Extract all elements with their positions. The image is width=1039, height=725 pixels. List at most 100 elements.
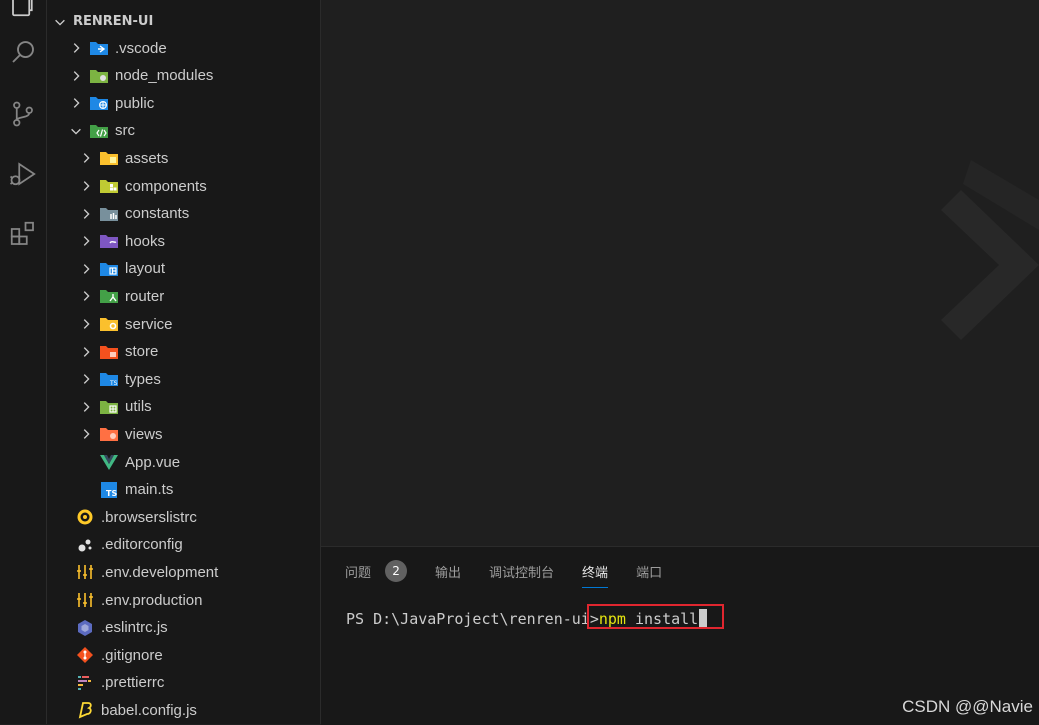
explorer-folder-row[interactable]: store: [47, 339, 320, 365]
explorer-item-label: .prettierrc: [101, 674, 165, 692]
problems-count-badge: 2: [385, 560, 408, 582]
explorer-item-label: .env.development: [101, 563, 219, 581]
explorer-item-label: utils: [125, 398, 152, 416]
chevron-right-icon: [83, 429, 90, 440]
explorer-item-label: .vscode: [115, 39, 167, 57]
chevron-right-icon: [83, 401, 90, 412]
chevron-right-icon: [83, 208, 90, 219]
explorer-item-label: .env.production: [101, 591, 203, 609]
explorer-folder-row[interactable]: node_modules: [47, 63, 320, 89]
explorer-sidebar: RENREN-UI .vscode node_modulespublic src as…: [47, 0, 321, 724]
explorer-item-label: router: [125, 287, 165, 305]
chevron-right-icon: [83, 263, 90, 274]
run-debug-icon[interactable]: [0, 154, 46, 194]
vue-file-icon: [99, 453, 119, 471]
explorer-item-label: App.vue: [125, 453, 181, 471]
layout-folder-icon: [99, 260, 119, 278]
chevron-spacer: [79, 455, 93, 469]
vscode-folder-icon: [89, 39, 109, 57]
source-control-icon[interactable]: [0, 94, 46, 134]
explorer-folder-row[interactable]: router: [47, 283, 320, 309]
explorer-file-row[interactable]: .eslintrc.js: [47, 615, 320, 641]
vscode-watermark-icon: [941, 160, 1039, 340]
explorer-item-label: constants: [125, 205, 190, 223]
explorer-folder-row[interactable]: layout: [47, 256, 320, 282]
explorer-folder-row[interactable]: utils: [47, 394, 320, 420]
chevron-down-icon: [71, 128, 81, 135]
explorer-file-row[interactable]: .prettierrc: [47, 670, 320, 696]
chevron-right-icon: [83, 374, 90, 385]
explorer-folder-row[interactable]: TS types: [47, 366, 320, 392]
explorer-file-row[interactable]: .env.production: [47, 587, 320, 613]
explorer-icon[interactable]: [0, 0, 46, 24]
tab-debug-console[interactable]: 调试控制台: [489, 558, 554, 584]
chevron-right-icon: [83, 181, 90, 191]
constants-folder-icon: [99, 205, 119, 223]
hooks-folder-icon: [99, 232, 119, 250]
explorer-folder-row[interactable]: src: [47, 118, 320, 144]
terminal-prompt: PS D:\JavaProject\renren-ui: [346, 610, 590, 628]
explorer-item-label: .editorconfig: [101, 536, 183, 554]
annotation-highlight-box: [587, 604, 724, 629]
chevron-right-icon: [83, 236, 90, 247]
env-file-icon: [75, 563, 95, 581]
chevron-right-icon: [73, 70, 80, 81]
panel-tabs: 问题 2 输出 调试控制台 终端 端口: [345, 558, 690, 588]
explorer-item-label: components: [125, 177, 207, 195]
search-icon[interactable]: [0, 32, 46, 72]
typescript-file-icon: TS: [99, 481, 119, 499]
explorer-item-label: assets: [125, 149, 169, 167]
src-folder-icon: [89, 122, 109, 140]
tab-output[interactable]: 输出: [435, 558, 461, 584]
explorer-file-row[interactable]: .browserslistrc: [47, 504, 320, 530]
explorer-folder-row[interactable]: constants: [47, 201, 320, 227]
explorer-folder-row[interactable]: hooks: [47, 228, 320, 254]
chevron-spacer: [79, 483, 93, 497]
chevron-right-icon: [73, 98, 80, 109]
types-folder-icon: TS: [99, 370, 119, 388]
explorer-folder-row[interactable]: .vscode: [47, 35, 320, 61]
store-folder-icon: [99, 343, 119, 361]
explorer-item-label: public: [115, 94, 155, 112]
explorer-item-label: babel.config.js: [101, 701, 197, 719]
chevron-right-icon: [83, 291, 90, 302]
explorer-folder-row[interactable]: public: [47, 90, 320, 116]
explorer-item-label: .gitignore: [101, 646, 163, 664]
explorer-item-label: hooks: [125, 232, 166, 250]
editor-area: [321, 0, 1039, 546]
explorer-file-row[interactable]: TS main.ts: [47, 477, 320, 503]
tab-problems[interactable]: 问题 2: [345, 558, 408, 584]
views-folder-icon: [99, 425, 119, 443]
explorer-root-label: RENREN-UI: [73, 14, 154, 29]
explorer-file-row[interactable]: babel.config.js: [47, 697, 320, 723]
explorer-folder-row[interactable]: views: [47, 421, 320, 447]
explorer-file-row[interactable]: App.vue: [47, 449, 320, 475]
explorer-item-label: main.ts: [125, 481, 174, 499]
explorer-item-label: node_modules: [115, 67, 214, 85]
explorer-file-row[interactable]: .editorconfig: [47, 532, 320, 558]
tab-ports[interactable]: 端口: [636, 558, 662, 584]
explorer-item-label: store: [125, 343, 159, 361]
chevron-right-icon: [83, 346, 90, 357]
public-folder-icon: [89, 94, 109, 112]
git-file-icon: [75, 646, 95, 664]
extensions-icon[interactable]: [0, 214, 46, 254]
explorer-file-row[interactable]: .gitignore: [47, 642, 320, 668]
svg-text:TS: TS: [109, 380, 118, 387]
explorer-item-label: .browserslistrc: [101, 508, 197, 526]
activity-bar: [0, 0, 47, 724]
service-folder-icon: [99, 315, 119, 333]
explorer-folder-row[interactable]: components: [47, 173, 320, 199]
explorer-item-label: .eslintrc.js: [101, 619, 168, 637]
explorer-item-label: service: [125, 315, 173, 333]
explorer-file-row[interactable]: .env.development: [47, 559, 320, 585]
explorer-folder-row[interactable]: service: [47, 311, 320, 337]
explorer-folder-row[interactable]: assets: [47, 145, 320, 171]
explorer-root-header[interactable]: RENREN-UI: [47, 8, 320, 35]
prettier-file-icon: [75, 674, 95, 692]
explorer-item-label: views: [125, 425, 163, 443]
svg-text:TS: TS: [106, 489, 117, 498]
tab-terminal[interactable]: 终端: [582, 558, 609, 588]
eslint-file-icon: [75, 619, 95, 637]
editorconfig-file-icon: [75, 536, 95, 554]
